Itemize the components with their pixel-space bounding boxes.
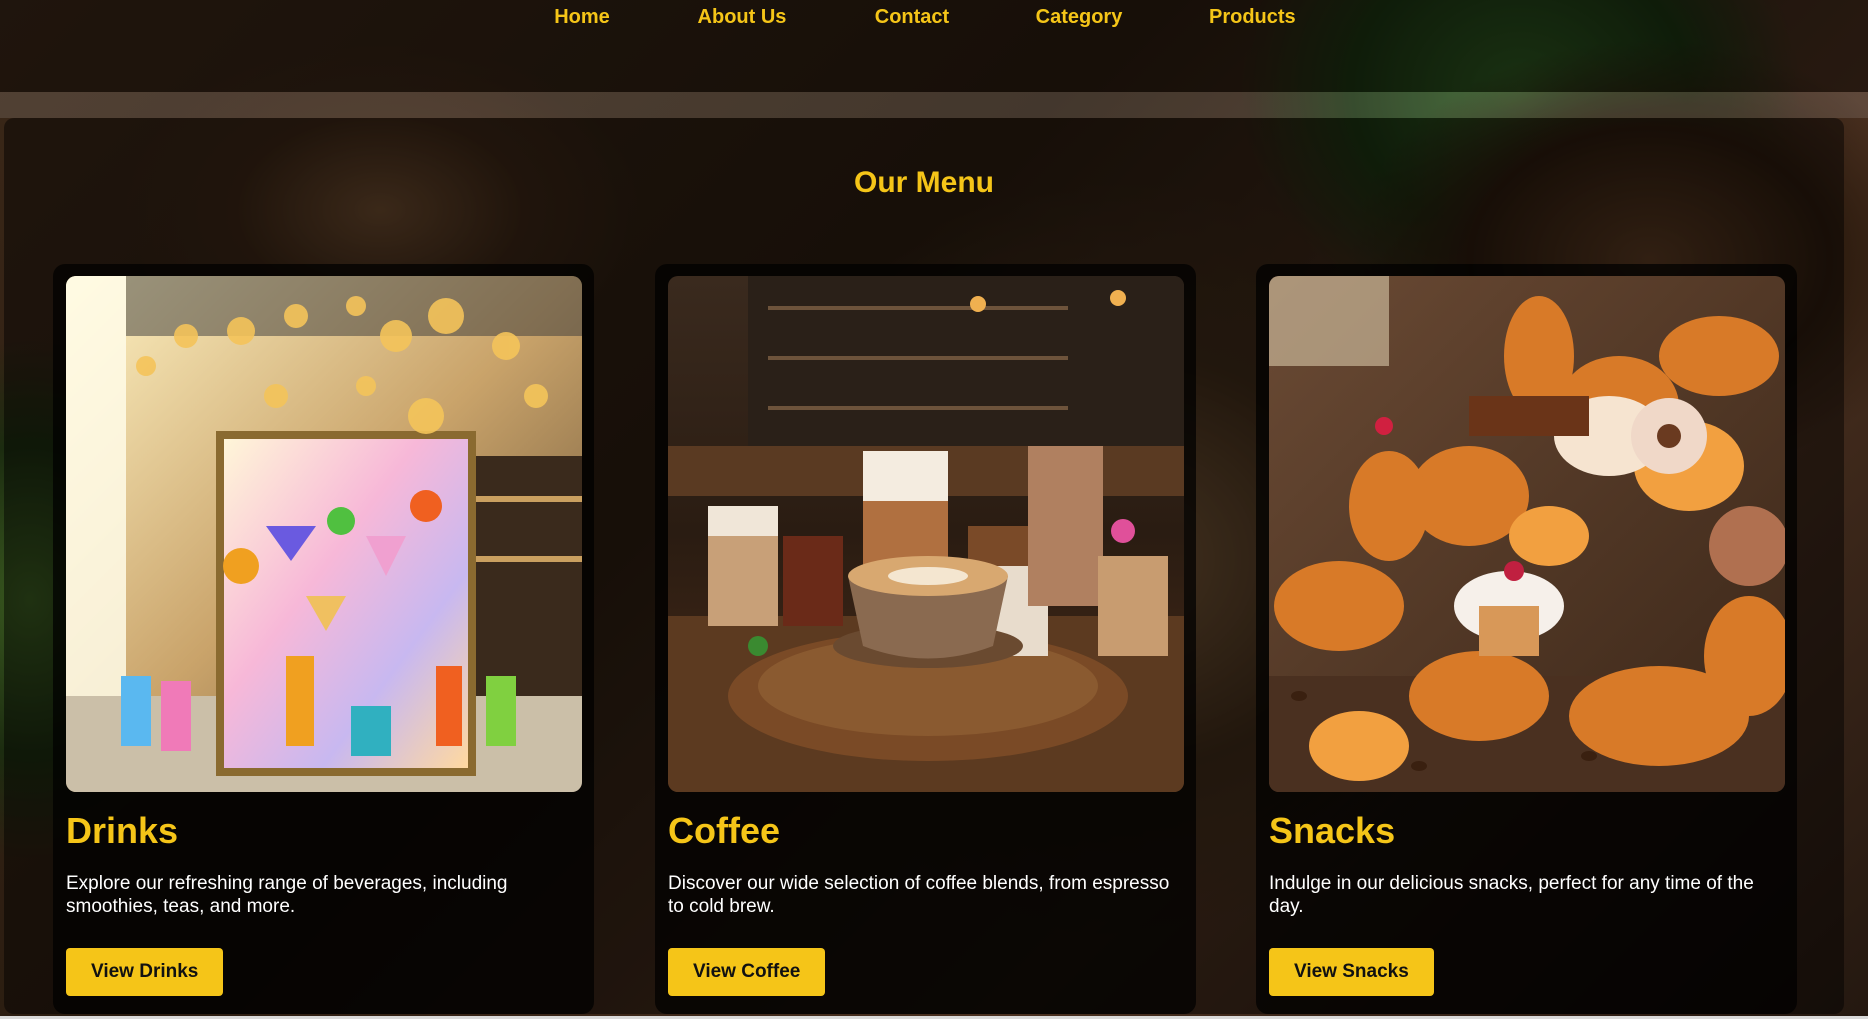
- nav-link-about-us[interactable]: About Us: [697, 6, 787, 29]
- coffee-image: [668, 276, 1184, 792]
- card-description: Discover our wide selection of coffee bl…: [668, 873, 1170, 917]
- view-coffee-button[interactable]: View Coffee: [668, 948, 826, 996]
- navbar: Home About Us Contact Category Products: [0, 0, 1868, 92]
- snacks-image: [1269, 276, 1785, 792]
- card-title: Coffee: [668, 810, 781, 851]
- nav-link-home[interactable]: Home: [553, 6, 611, 29]
- card-description: Explore our refreshing range of beverage…: [66, 873, 508, 917]
- menu-card-drinks: Drinks Explore our refreshing range of b…: [53, 264, 594, 1014]
- menu-title: Our Menu: [854, 166, 994, 199]
- nav-links: Home About Us Contact Category Products: [553, 6, 1295, 29]
- view-snacks-button[interactable]: View Snacks: [1269, 948, 1434, 996]
- nav-link-products[interactable]: Products: [1209, 6, 1296, 29]
- card-title: Snacks: [1269, 810, 1396, 851]
- view-drinks-button[interactable]: View Drinks: [66, 948, 224, 996]
- header-divider-band: [0, 92, 1868, 118]
- drinks-illustration: [66, 276, 582, 792]
- coffee-illustration: [668, 276, 1184, 792]
- card-title: Drinks: [66, 810, 179, 851]
- nav-link-category[interactable]: Category: [1035, 6, 1123, 29]
- card-description: Indulge in our delicious snacks, perfect…: [1269, 873, 1754, 917]
- menu-section: Our Menu Drinks Explore our refreshing r…: [4, 118, 1844, 1014]
- drinks-image: [66, 276, 582, 792]
- nav-link-contact[interactable]: Contact: [874, 6, 950, 29]
- snacks-illustration: [1269, 276, 1785, 792]
- menu-card-snacks: Snacks Indulge in our delicious snacks, …: [1256, 264, 1797, 1014]
- menu-card-coffee: Coffee Discover our wide selection of co…: [655, 264, 1196, 1014]
